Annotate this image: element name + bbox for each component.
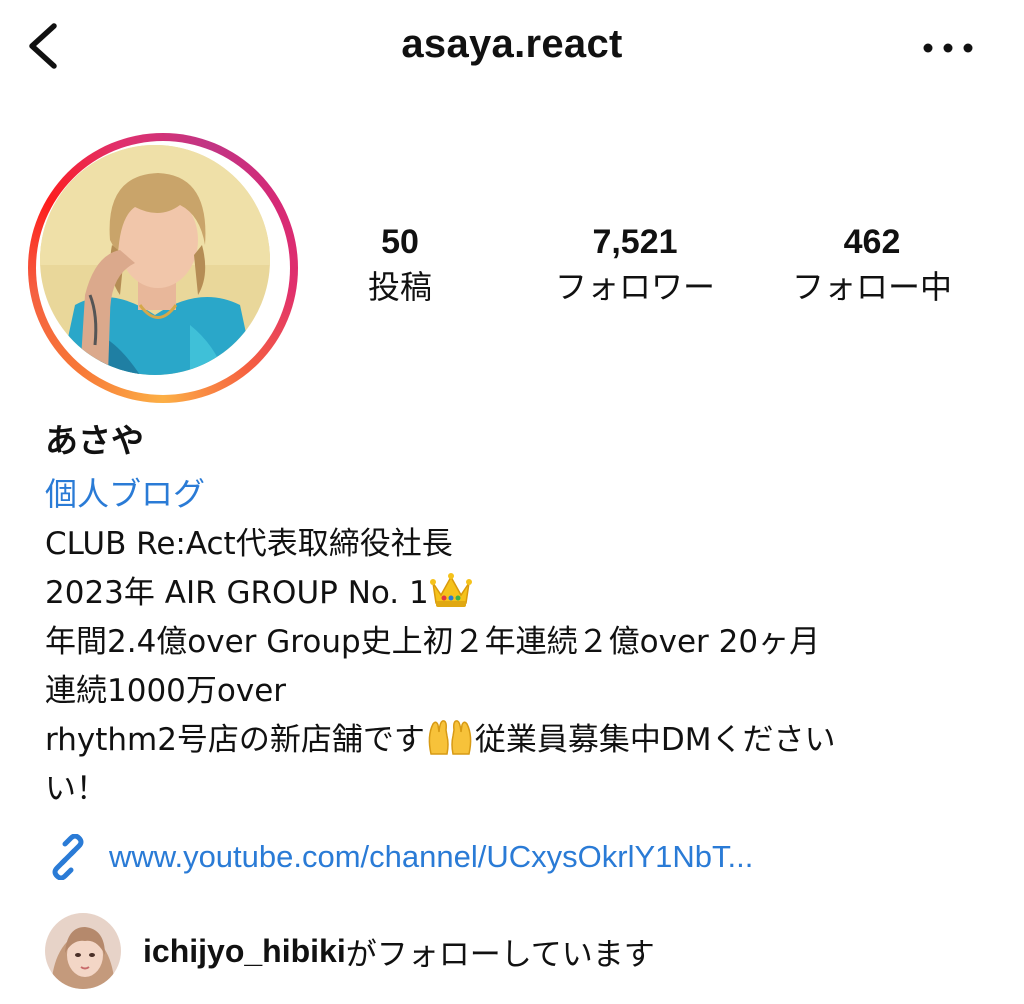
followers-count: 7,521 [592,223,678,261]
followers-label: フォロワー [554,268,715,306]
display-name: あさや [45,421,144,460]
followers-stat[interactable]: 7,521 フォロワー [535,222,735,312]
profile-stats: 50 投稿 7,521 フォロワー 462 フォロー中 [0,222,1024,322]
more-horizontal-icon [923,43,973,53]
avatar[interactable] [45,913,121,989]
bio-line-text: rhythm2号店の新店舗です [45,722,425,758]
more-options-button[interactable] [920,38,976,58]
following-stat[interactable]: 462 フォロー中 [772,222,972,312]
website-link[interactable]: www.youtube.com/channel/UCxysOkrlY1NbT..… [45,832,753,882]
bio-line: rhythm2号店の新店舗です 従業員募集中DMください [45,716,1005,765]
bio-line: 連続1000万over [45,673,287,709]
follower-photo [45,913,121,989]
follower-username[interactable]: ichijyo_hibiki [143,933,346,970]
website-url[interactable]: www.youtube.com/channel/UCxysOkrlY1NbT..… [109,839,753,875]
bio-line: 年間2.4億over Group史上初２年連続２億over 20ヶ月 [45,624,821,660]
top-bar: asaya.react [0,0,1024,95]
crown-emoji-icon [429,573,472,607]
raising-hands-emoji-icon [428,720,472,755]
link-icon [52,834,84,880]
bio-line: 2023年 AIR GROUP No. 1 [45,569,1005,618]
posts-count: 50 [381,223,419,261]
bio-line: い！ [45,771,107,807]
bio-line-text: 従業員募集中DMください [474,722,836,758]
following-label: フォロー中 [791,268,952,306]
category-link[interactable]: 個人ブログ [45,470,1005,520]
posts-label: 投稿 [367,268,432,306]
bio-line-text: 2023年 AIR GROUP No. 1 [45,575,429,611]
followed-by-row[interactable]: ichijyo_hibiki がフォローしています [45,912,655,990]
profile-username-title: asaya.react [401,22,623,66]
profile-bio: あさや 個人ブログ CLUB Re:Act代表取締役社長 2023年 AIR G… [45,416,1005,814]
bio-line: CLUB Re:Act代表取締役社長 [45,526,453,562]
followed-by-text: がフォローしています [345,936,655,973]
posts-stat[interactable]: 50 投稿 [330,222,470,312]
following-count: 462 [843,223,901,261]
